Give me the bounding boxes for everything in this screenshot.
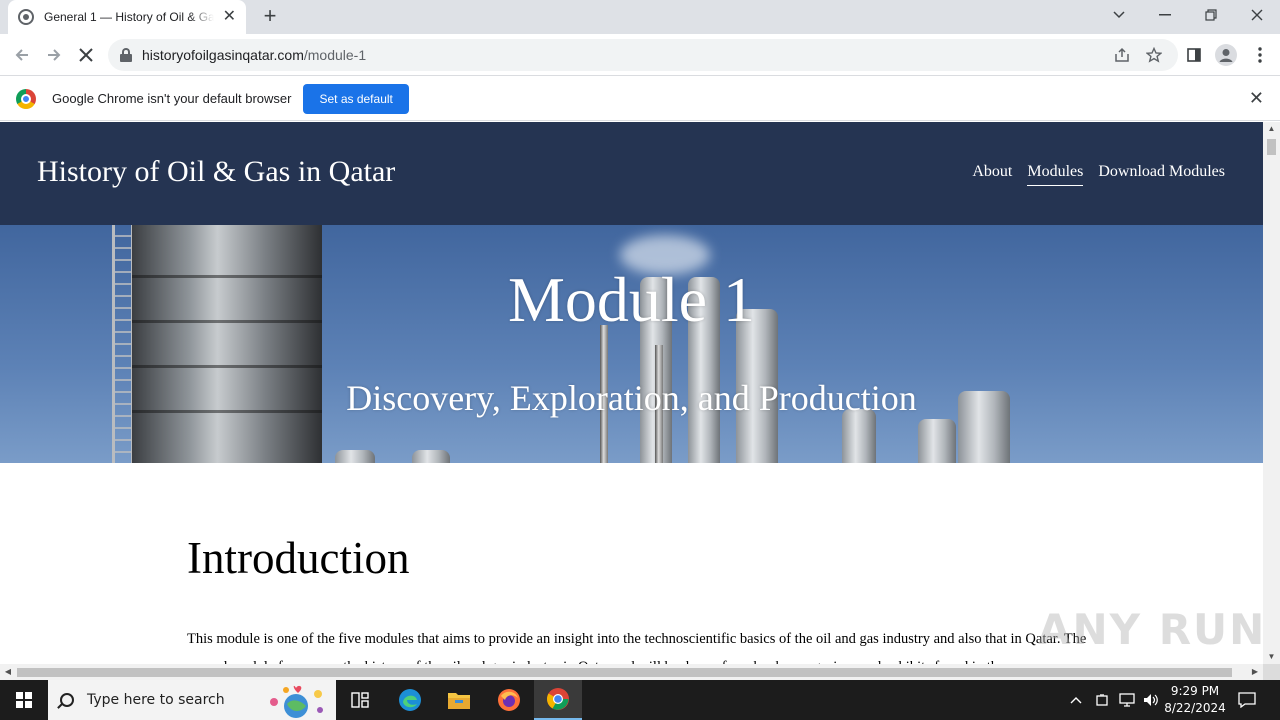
hero-title: Module 1 (507, 264, 756, 335)
tab-search-button[interactable] (1096, 0, 1142, 30)
search-placeholder: Type here to search (87, 692, 225, 708)
site-favicon-icon (18, 9, 34, 25)
url-path: /module-1 (303, 47, 367, 63)
avatar-icon (1215, 44, 1237, 66)
scroll-left-icon[interactable]: ◀ (1, 664, 15, 680)
task-view-button[interactable] (336, 680, 384, 720)
scrollbar-corner (1263, 664, 1280, 680)
windows-logo-icon (16, 692, 32, 708)
close-icon (79, 48, 93, 62)
firefox-taskbar-button[interactable] (485, 680, 533, 720)
hero-subtitle: Discovery, Exploration, and Production (346, 378, 917, 418)
infobar-message: Google Chrome isn't your default browser (52, 91, 292, 106)
address-bar[interactable]: historyofoilgasinqatar.com/module-1 (108, 39, 1178, 71)
arrow-left-icon (15, 49, 28, 61)
hero-banner: Module 1 Discovery, Exploration, and Pro… (0, 225, 1263, 463)
nav-link-about[interactable]: About (972, 163, 1012, 186)
arrow-right-icon (48, 49, 61, 61)
site-title[interactable]: History of Oil & Gas in Qatar (37, 155, 395, 189)
tab-strip: General 1 — History of Oil & Gas in Qata… (0, 0, 1280, 34)
new-tab-button[interactable]: + (258, 5, 282, 29)
silo-shape (335, 450, 375, 463)
nav-link-modules[interactable]: Modules (1027, 163, 1084, 186)
silo-shape (918, 419, 956, 463)
chrome-taskbar-button[interactable] (534, 680, 582, 720)
scroll-right-icon[interactable]: ▶ (1248, 664, 1262, 680)
horizontal-scrollbar[interactable]: ◀ ▶ (0, 664, 1263, 680)
chrome-icon (547, 688, 569, 710)
browser-toolbar: historyofoilgasinqatar.com/module-1 (0, 34, 1280, 76)
menu-button[interactable] (1246, 41, 1274, 69)
meet-now-icon[interactable] (1096, 680, 1110, 720)
tab-title: General 1 — History of Oil & Gas in Qata… (44, 10, 214, 24)
side-panel-icon (1187, 48, 1201, 62)
more-vert-icon (1258, 47, 1262, 63)
file-explorer-taskbar-button[interactable] (435, 680, 483, 720)
profile-button[interactable] (1212, 41, 1240, 69)
back-button[interactable] (8, 41, 36, 69)
web-page: History of Oil & Gas in Qatar About Modu… (0, 122, 1263, 664)
side-panel-button[interactable] (1180, 41, 1208, 69)
search-highlight-icon (270, 685, 323, 718)
browser-tab[interactable]: General 1 — History of Oil & Gas in Qata… (8, 0, 246, 34)
network-icon[interactable] (1119, 680, 1135, 720)
silo-shape (412, 450, 450, 463)
search-icon (60, 693, 74, 707)
folder-icon (448, 693, 470, 709)
stop-loading-button[interactable] (72, 41, 100, 69)
chevron-down-icon (1113, 11, 1125, 19)
storage-tank-shape (132, 225, 322, 463)
set-as-default-button[interactable]: Set as default (303, 83, 409, 114)
forward-button[interactable] (40, 41, 68, 69)
clock-date: 8/22/2024 (1164, 701, 1226, 715)
volume-icon[interactable] (1143, 680, 1159, 720)
firefox-icon (498, 689, 520, 711)
close-window-button[interactable] (1234, 0, 1280, 30)
scroll-up-icon[interactable]: ▲ (1263, 122, 1280, 136)
nav-link-download-modules[interactable]: Download Modules (1098, 163, 1225, 186)
edge-taskbar-button[interactable] (386, 680, 434, 720)
scaffold-shape (112, 225, 134, 463)
notifications-icon[interactable] (1238, 680, 1256, 720)
site-header: History of Oil & Gas in Qatar About Modu… (0, 122, 1263, 225)
taskbar-clock[interactable]: 9:29 PM 8/22/2024 (1160, 683, 1230, 717)
watermark: ANY RUN (1038, 605, 1267, 654)
vertical-scroll-thumb[interactable] (1267, 139, 1276, 155)
default-browser-infobar: Google Chrome isn't your default browser… (0, 77, 1280, 121)
minimize-button[interactable] (1142, 0, 1188, 30)
start-button[interactable] (0, 680, 48, 720)
tab-close-icon[interactable]: ✕ (223, 9, 236, 25)
clock-time: 9:29 PM (1170, 684, 1220, 698)
vertical-scrollbar[interactable]: ▲ ▼ (1263, 122, 1280, 664)
horizontal-scroll-thumb[interactable] (17, 668, 1232, 677)
task-view-icon (351, 692, 369, 708)
lock-icon (120, 48, 132, 62)
close-icon (1251, 9, 1263, 21)
tray-overflow-icon[interactable] (1070, 680, 1082, 720)
taskbar: Type here to search 9:29 PM 8/22/2024 (0, 680, 1280, 720)
minimize-icon (1159, 14, 1171, 16)
intro-paragraph: This module is one of the five modules t… (187, 631, 1087, 664)
url-host: historyofoilgasinqatar.com (142, 47, 304, 63)
share-icon[interactable] (1112, 45, 1132, 65)
taskbar-search[interactable]: Type here to search (48, 680, 336, 720)
section-heading: Introduction (187, 533, 410, 583)
bookmark-star-icon[interactable] (1144, 45, 1164, 65)
edge-icon (399, 689, 421, 711)
restore-icon (1205, 9, 1217, 21)
restore-button[interactable] (1188, 0, 1234, 30)
site-nav: About Modules Download Modules (972, 163, 1225, 186)
infobar-close-icon[interactable]: ✕ (1249, 89, 1264, 107)
chrome-logo-icon (16, 88, 36, 109)
